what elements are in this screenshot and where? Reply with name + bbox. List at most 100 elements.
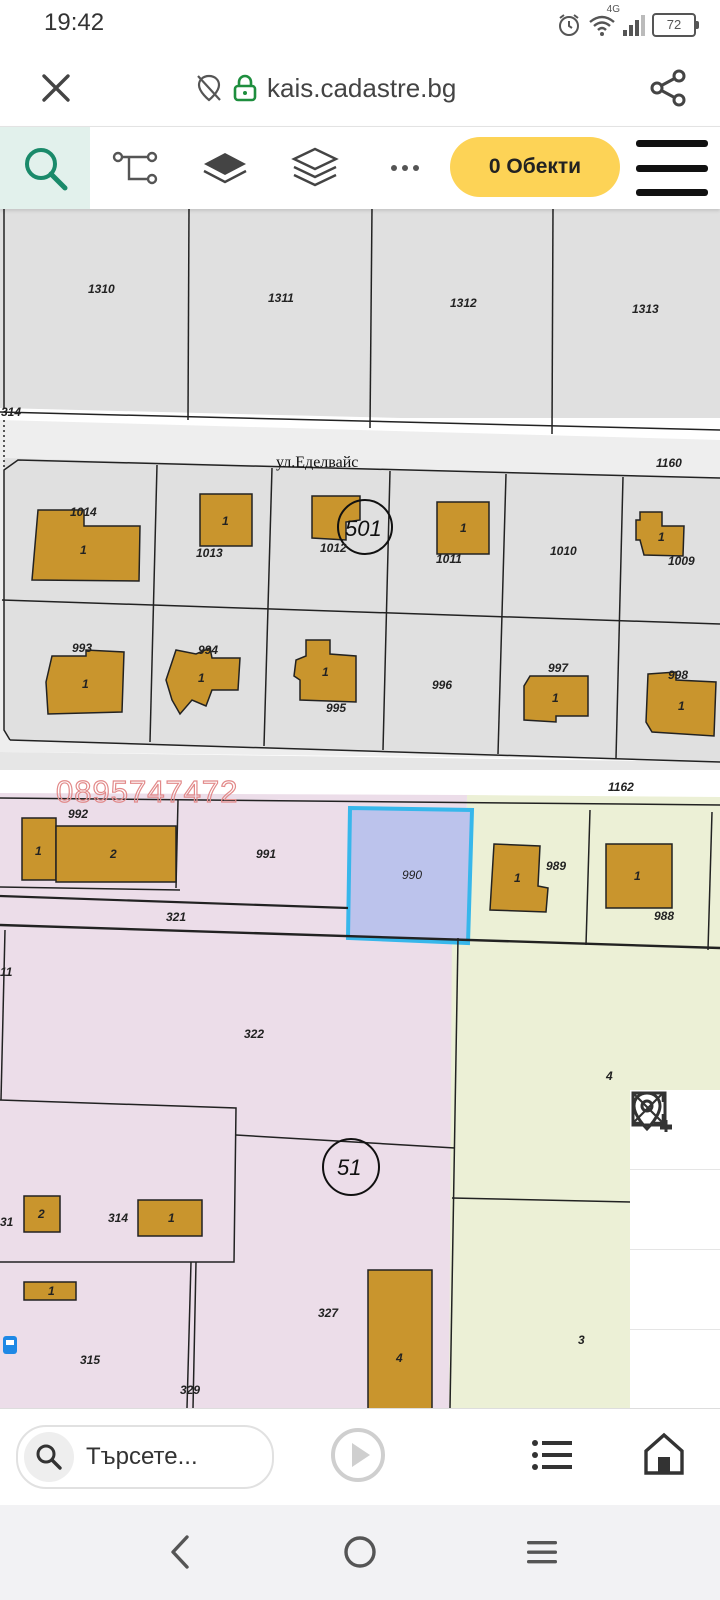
lock-icon	[233, 74, 257, 102]
remove-area-button[interactable]	[630, 1091, 720, 1330]
search-field[interactable]	[16, 1425, 274, 1489]
address-bar[interactable]: kais.cadastre.bg	[195, 68, 456, 108]
search-tool-button[interactable]	[0, 127, 90, 209]
parcel-label: 31	[0, 1215, 14, 1229]
building-label: 1	[80, 543, 87, 557]
share-button[interactable]	[642, 62, 694, 114]
parcel-label: 993	[72, 641, 92, 655]
parcel-label: 314	[108, 1211, 128, 1225]
parcel-label: 991	[256, 847, 276, 861]
app-toolbar: 0 Обекти	[0, 126, 720, 209]
layers-tool-button[interactable]	[280, 127, 350, 209]
parcel-label: 994	[198, 643, 218, 657]
street-label: ул.Еделвайс	[276, 454, 358, 471]
parcel-label: 1310	[88, 282, 115, 296]
building-4	[367, 1269, 433, 1408]
parcel-label: 1010	[550, 544, 577, 558]
parcel-label: 1009	[668, 554, 695, 568]
layer-icon	[203, 153, 247, 184]
building-label: 1	[460, 521, 467, 535]
fullscreen-icon	[631, 1091, 665, 1125]
phone-watermark: 0895747472	[56, 774, 238, 809]
parcel-label: 1011	[436, 552, 462, 566]
grey-zone-block-501	[4, 458, 720, 762]
objects-button[interactable]: 0 Обекти	[450, 137, 620, 197]
parcel-label: 1014	[70, 505, 97, 519]
route-tool-button[interactable]	[100, 127, 170, 209]
play-icon[interactable]	[330, 1427, 386, 1483]
home-icon[interactable]	[640, 1429, 688, 1477]
search-icon	[24, 1432, 74, 1482]
parcel-label: 315	[80, 1353, 100, 1367]
building-label: 1	[514, 871, 521, 885]
close-button[interactable]	[30, 62, 82, 114]
signal-icon	[623, 15, 645, 36]
more-tool-button[interactable]	[370, 127, 440, 209]
parcel-label: 1160	[656, 456, 682, 470]
status-time: 19:42	[44, 9, 105, 36]
fullscreen-button[interactable]	[630, 1091, 720, 1408]
parcel-label: 988	[654, 909, 674, 923]
parcel-label: 327	[318, 1306, 339, 1320]
back-icon	[171, 1535, 189, 1569]
battery-icon: 72	[652, 13, 699, 37]
recent-apps-button[interactable]	[518, 1528, 566, 1576]
building-label: 2	[37, 1207, 45, 1221]
home-nav-button[interactable]	[336, 1528, 384, 1576]
search-icon	[25, 148, 68, 191]
building-label: 1	[222, 514, 229, 528]
parcel-label: 998	[668, 668, 688, 682]
url-text: kais.cadastre.bg	[267, 72, 457, 103]
building-label: 1	[322, 665, 329, 679]
parcel-label: 1013	[196, 546, 223, 560]
route-icon	[112, 151, 158, 185]
map-controls	[630, 1090, 720, 1408]
building-label: 4	[395, 1351, 403, 1365]
close-icon	[42, 74, 70, 102]
parcel-label: 321	[166, 910, 186, 924]
add-area-button[interactable]	[630, 1091, 720, 1250]
layers-icon	[291, 147, 339, 187]
parcel-label: 1162	[608, 780, 634, 794]
tracking-off-icon	[197, 74, 221, 102]
search-input[interactable]	[84, 1442, 258, 1472]
parcel-label: 329	[180, 1383, 200, 1397]
building-label: 1	[35, 844, 42, 858]
parcel-label: 11	[0, 965, 13, 979]
parcel-label: 990	[402, 868, 422, 882]
parcel-label: 996	[432, 678, 452, 692]
building-label: 1	[48, 1284, 55, 1298]
parcel-label: 3	[578, 1333, 585, 1347]
parcel-label: 1311	[268, 291, 294, 305]
parcel-label: 989	[546, 859, 566, 873]
alarm-icon	[559, 14, 579, 36]
grey-zone-top	[0, 208, 720, 418]
building-label: 1	[678, 699, 685, 713]
parcel-label: 322	[244, 1027, 264, 1041]
parcel-label: 4	[605, 1069, 613, 1083]
building-label: 1	[634, 869, 641, 883]
building-label: 1	[168, 1211, 175, 1225]
building-label: 1	[552, 691, 559, 705]
layer-tool-button[interactable]	[190, 127, 260, 209]
map-canvas[interactable]: 1310 1311 1312 1313 314 1160 1014 1013 1…	[0, 208, 720, 1408]
cadastral-map[interactable]: 1310 1311 1312 1313 314 1160 1014 1013 1…	[0, 208, 720, 1408]
menu-icon[interactable]	[636, 140, 708, 196]
parcel-label: 1012	[320, 541, 347, 555]
back-button[interactable]	[156, 1528, 204, 1576]
parcel-label: 1312	[450, 296, 477, 310]
browser-url-bar: kais.cadastre.bg	[0, 50, 720, 126]
more-icon	[391, 165, 419, 171]
parcel-label: 1313	[632, 302, 659, 316]
status-bar: 19:42 4G 72	[0, 0, 720, 50]
parcel-label: 995	[326, 701, 346, 715]
home-circle-icon	[344, 1536, 376, 1568]
block-label-501: 501	[345, 516, 382, 541]
status-icons: 72	[556, 8, 699, 42]
system-navigation-bar	[0, 1504, 720, 1600]
list-icon[interactable]	[530, 1433, 574, 1477]
building-label: 2	[109, 847, 117, 861]
recent-apps-icon	[527, 1541, 557, 1564]
building-label: 1	[198, 671, 205, 685]
fuel-station-icon	[3, 1336, 17, 1354]
